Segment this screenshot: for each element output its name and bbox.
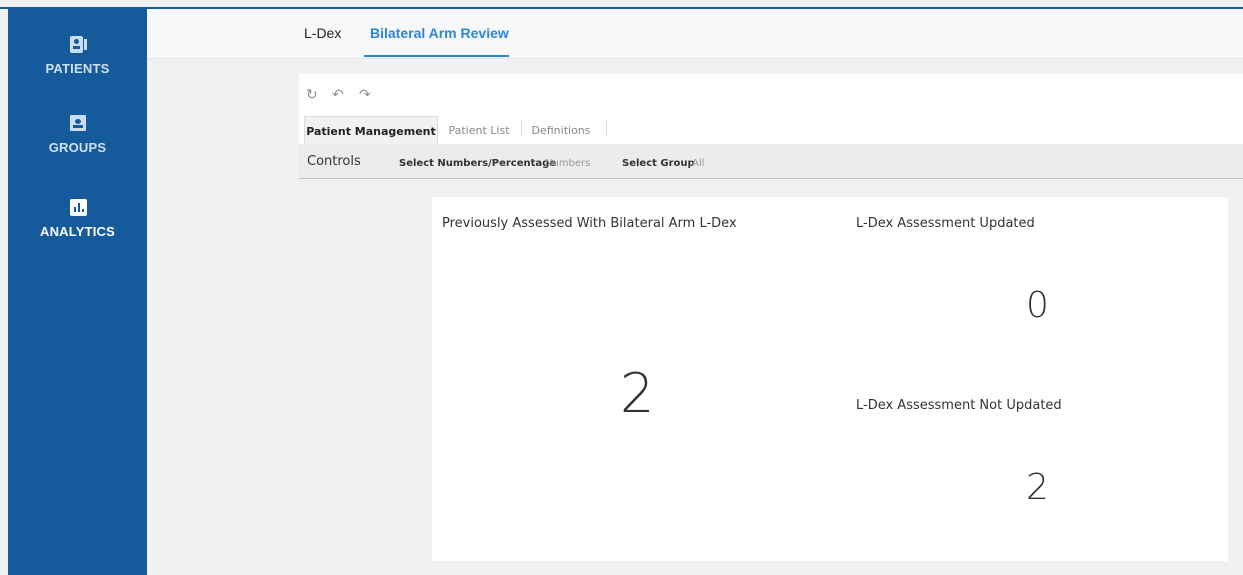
tab-divider <box>606 121 607 137</box>
tab-bilateral-arm-review[interactable]: Bilateral Arm Review <box>370 25 509 41</box>
tab-ldex[interactable]: L-Dex <box>304 25 341 41</box>
controls-bar: Controls Select Numbers/Percentage Numbe… <box>299 144 1243 179</box>
kpi-value-updated: 0 <box>1026 285 1049 326</box>
report-toolbar: ↻ ↶ ↷ Patient Management Patient List De… <box>299 74 1243 144</box>
tab-divider <box>521 121 522 137</box>
sidebar-item-label: GROUPS <box>48 140 107 155</box>
kpi-value-not-updated: 2 <box>1026 467 1049 508</box>
sidebar-item-patients[interactable]: PATIENTS <box>8 36 147 76</box>
kpi-title-not-updated: L-Dex Assessment Not Updated <box>856 398 1062 413</box>
sidebar-item-groups[interactable]: GROUPS <box>8 115 147 155</box>
sidebar-item-label: ANALYTICS <box>40 224 115 239</box>
tab-patient-list[interactable]: Patient List <box>446 116 512 144</box>
redo-icon[interactable]: ↷ <box>359 87 371 103</box>
tab-patient-management[interactable]: Patient Management <box>304 116 438 144</box>
kpi-title-updated: L-Dex Assessment Updated <box>856 216 1035 231</box>
header: L-Dex Bilateral Arm Review <box>147 9 1243 59</box>
undo-icon[interactable]: ↶ <box>332 87 344 103</box>
controls-title: Controls <box>307 154 361 169</box>
app-window: PATIENTS GROUPS ANALYTICS L-Dex Bilatera… <box>0 0 1243 575</box>
analytics-icon <box>69 199 87 217</box>
sidebar-item-label: PATIENTS <box>45 61 110 76</box>
kpi-card: Previously Assessed With Bilateral Arm L… <box>432 197 1228 561</box>
active-tab-underline <box>364 55 509 57</box>
tab-definitions[interactable]: Definitions <box>524 116 598 144</box>
groups-icon <box>69 115 86 133</box>
patients-icon <box>69 36 87 54</box>
sidebar-item-analytics[interactable]: ANALYTICS <box>8 199 147 239</box>
kpi-value-previously-assessed: 2 <box>620 362 655 425</box>
refresh-icon[interactable]: ↻ <box>306 87 318 103</box>
numbers-percentage-value[interactable]: Numbers <box>545 158 590 169</box>
select-group-label[interactable]: Select Group <box>622 158 695 169</box>
kpi-title-previously-assessed: Previously Assessed With Bilateral Arm L… <box>442 216 737 231</box>
sidebar: PATIENTS GROUPS ANALYTICS <box>8 9 147 575</box>
numbers-percentage-label[interactable]: Select Numbers/Percentage <box>399 158 556 169</box>
select-group-value[interactable]: All <box>692 158 704 169</box>
